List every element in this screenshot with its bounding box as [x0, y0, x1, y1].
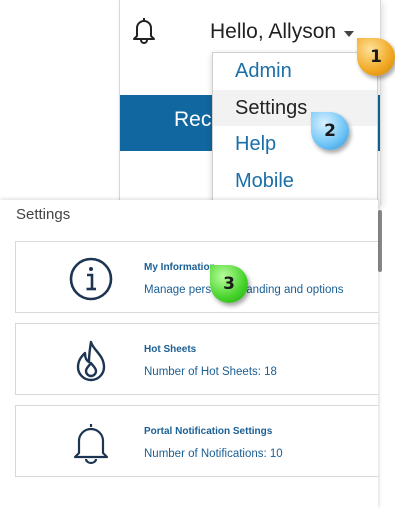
info-icon	[68, 256, 114, 302]
card-title: My Information	[144, 262, 216, 273]
step-badge-3: 3	[210, 265, 248, 303]
card-subtitle: Number of Hot Sheets: 18	[144, 366, 277, 378]
card-title: Portal Notification Settings	[144, 426, 273, 437]
menu-item-admin[interactable]: Admin	[213, 53, 377, 90]
notifications-bell-icon[interactable]	[132, 16, 156, 44]
bell-icon	[68, 420, 114, 466]
menu-item-settings[interactable]: Settings	[213, 89, 377, 126]
card-subtitle: Number of Notifications: 10	[144, 448, 283, 460]
flame-icon	[68, 338, 114, 384]
caret-down-icon	[344, 30, 355, 37]
card-portal-notification-settings[interactable]: Portal Notification Settings Number of N…	[15, 405, 378, 477]
blue-action-label: Rec	[174, 108, 212, 131]
scrollbar-thumb[interactable]	[378, 210, 382, 272]
card-hot-sheets[interactable]: Hot Sheets Number of Hot Sheets: 18	[15, 323, 378, 395]
card-title: Hot Sheets	[144, 344, 197, 355]
user-dropdown-menu: Admin Settings Help Mobile	[212, 52, 378, 202]
settings-heading: Settings	[16, 206, 71, 223]
menu-item-mobile[interactable]: Mobile	[213, 163, 377, 200]
header-panel: Hello, Allyson Rec Admin Settings Help M…	[119, 0, 381, 205]
step-badge-1: 1	[357, 38, 395, 76]
user-menu-toggle[interactable]: Hello, Allyson	[210, 20, 355, 44]
card-my-information[interactable]: My Information Manage personal branding …	[15, 241, 378, 313]
menu-item-help[interactable]: Help	[213, 126, 377, 163]
greeting-text: Hello, Allyson	[210, 20, 337, 43]
settings-panel: Settings My Information Manage personal …	[0, 200, 378, 508]
step-badge-2: 2	[311, 112, 349, 150]
